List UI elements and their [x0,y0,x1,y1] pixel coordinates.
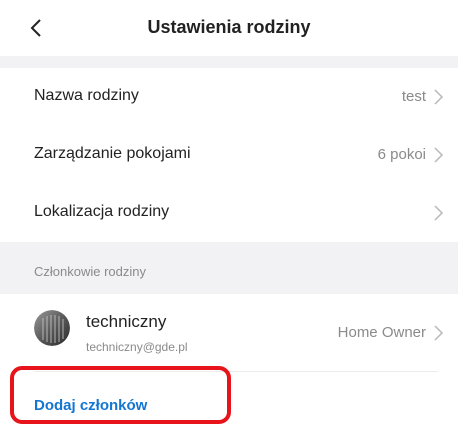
member-role: Home Owner [337,324,426,341]
family-name-value: test [401,88,426,105]
room-count-value: 6 pokoi [377,146,426,163]
chevron-right-icon [434,89,444,105]
family-name-label: Nazwa rodziny [34,87,139,104]
room-management-row[interactable]: Zarządzanie pokojami 6 pokoi [0,126,458,184]
member-email: techniczny@gde.pl [86,340,188,354]
family-location-label: Lokalizacja rodziny [34,203,170,220]
page-title: Ustawienia rodziny [147,17,311,37]
chevron-right-icon [434,147,444,163]
member-row[interactable]: techniczny techniczny@gde.pl Home Owner [0,294,458,372]
members-section-header: Członkowie rodziny [0,248,458,294]
family-location-row[interactable]: Lokalizacja rodziny [0,184,458,242]
avatar [34,310,70,346]
chevron-right-icon [434,325,444,341]
family-settings-screen: Ustawienia rodziny Nazwa rodziny test Za… [0,0,458,430]
room-management-label: Zarządzanie pokojami [34,145,191,162]
chevron-right-icon [434,205,444,221]
highlight-box [10,366,231,424]
top-bar: Ustawienia rodziny [0,0,458,56]
add-member-button[interactable]: Dodaj członków [34,397,147,414]
members-section-title: Członkowie rodziny [34,264,146,279]
family-name-row[interactable]: Nazwa rodziny test [0,68,458,126]
member-name: techniczny [86,312,167,331]
